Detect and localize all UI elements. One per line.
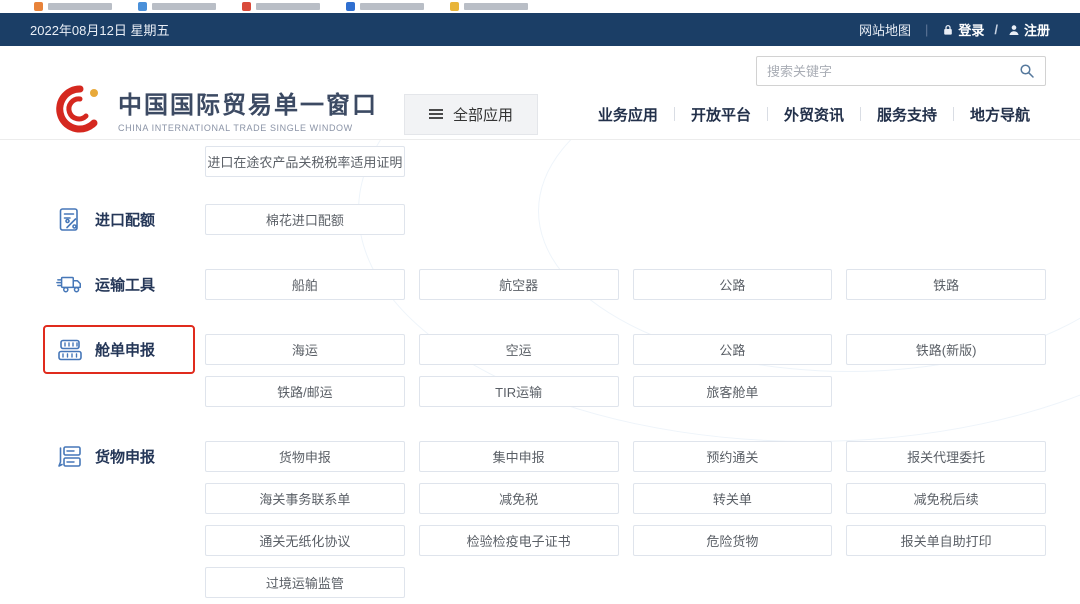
bookmark-item[interactable] <box>242 2 320 11</box>
bookmark-favicon <box>138 2 147 11</box>
register-link[interactable]: 注册 <box>1008 20 1050 39</box>
app-button[interactable]: 棉花进口配额 <box>205 204 405 235</box>
app-button[interactable]: 过境运输监管 <box>205 567 405 598</box>
topbar-separator: | <box>921 22 932 37</box>
user-icon <box>1008 24 1020 36</box>
all-apps-button[interactable]: 全部应用 <box>404 94 538 135</box>
app-button[interactable]: 转关单 <box>633 483 833 514</box>
bookmark-favicon <box>34 2 43 11</box>
site-logo: 中国国际贸易单一窗口 CHINA INTERNATIONAL TRADE SIN… <box>54 83 378 135</box>
nav-business-apps[interactable]: 业务应用 <box>582 104 674 125</box>
current-date: 2022年08月12日 星期五 <box>30 20 169 39</box>
app-button[interactable]: 通关无纸化协议 <box>205 525 405 556</box>
section-title: 进口配额 <box>95 209 155 230</box>
truck-icon <box>56 271 84 299</box>
section-import-quota: 进口配额 棉花进口配额 <box>46 204 1046 235</box>
bookmark-label <box>152 3 216 10</box>
lock-icon <box>942 24 954 36</box>
nav-local-guide[interactable]: 地方导航 <box>954 104 1046 125</box>
app-button[interactable]: 铁路 <box>846 269 1046 300</box>
app-button[interactable]: 空运 <box>419 334 619 365</box>
section-title: 货物申报 <box>95 446 155 467</box>
nav-service-support[interactable]: 服务支持 <box>861 104 953 125</box>
section-label-import-quota: 进口配额 <box>46 204 205 235</box>
app-button[interactable]: 海运 <box>205 334 405 365</box>
app-button[interactable]: 报关代理委托 <box>846 441 1046 472</box>
app-button[interactable]: 危险货物 <box>633 525 833 556</box>
browser-bookmarks-bar <box>0 0 1080 13</box>
section-title: 舱单申报 <box>95 339 155 360</box>
app-button[interactable]: 报关单自助打印 <box>846 525 1046 556</box>
app-button[interactable]: 船舶 <box>205 269 405 300</box>
bookmark-label <box>48 3 112 10</box>
section-transport-vehicles: 运输工具 船舶 航空器 公路 铁路 <box>46 269 1046 300</box>
nav-trade-news[interactable]: 外贸资讯 <box>768 104 860 125</box>
app-button[interactable]: 货物申报 <box>205 441 405 472</box>
login-link[interactable]: 登录 <box>942 20 984 39</box>
section-manifest-declaration: 舱单申报 海运 空运 公路 铁路(新版) 铁路/邮运 TIR运输 旅客舱单 <box>46 334 1046 407</box>
bookmark-label <box>256 3 320 10</box>
app-button[interactable]: 航空器 <box>419 269 619 300</box>
search-box[interactable] <box>756 56 1046 86</box>
section-label-empty <box>46 146 205 177</box>
cargo-icon <box>56 443 84 471</box>
site-header: 中国国际贸易单一窗口 CHINA INTERNATIONAL TRADE SIN… <box>0 46 1080 140</box>
app-grid-content: 进口在途农产品关税税率适用证明 进口配额 棉花进口配额 运输工具 <box>0 140 1080 603</box>
app-button[interactable]: 预约通关 <box>633 441 833 472</box>
nav-open-platform[interactable]: 开放平台 <box>675 104 767 125</box>
bookmark-favicon <box>450 2 459 11</box>
bookmark-label <box>464 3 528 10</box>
site-title: 中国国际贸易单一窗口 <box>118 85 378 120</box>
site-subtitle: CHINA INTERNATIONAL TRADE SINGLE WINDOW <box>118 123 378 133</box>
logo-emblem <box>54 83 106 135</box>
app-button[interactable]: 公路 <box>633 269 833 300</box>
app-button[interactable]: 铁路(新版) <box>846 334 1046 365</box>
bookmark-item[interactable] <box>34 2 112 11</box>
menu-icon <box>429 113 443 115</box>
section-title: 运输工具 <box>95 274 155 295</box>
section-label-transport-vehicles: 运输工具 <box>46 269 205 300</box>
bookmark-item[interactable] <box>346 2 424 11</box>
main-nav: 业务应用 开放平台 外贸资讯 服务支持 地方导航 <box>582 104 1046 125</box>
sitemap-link[interactable]: 网站地图 <box>859 20 911 39</box>
manifest-icon <box>56 336 84 364</box>
bookmark-favicon <box>346 2 355 11</box>
login-register-slash: / <box>994 22 998 37</box>
quota-icon <box>56 206 84 234</box>
page: 2022年08月12日 星期五 网站地图 | 登录 / 注册 <box>0 0 1080 604</box>
search-input[interactable] <box>767 64 1019 79</box>
section-partial-top: 进口在途农产品关税税率适用证明 <box>46 146 1046 177</box>
app-button[interactable]: 集中申报 <box>419 441 619 472</box>
app-button[interactable]: 检验检疫电子证书 <box>419 525 619 556</box>
app-button[interactable]: 减免税后续 <box>846 483 1046 514</box>
app-button[interactable]: 减免税 <box>419 483 619 514</box>
app-button[interactable]: 进口在途农产品关税税率适用证明 <box>205 146 405 177</box>
search-icon[interactable] <box>1019 63 1035 79</box>
section-label-cargo-declaration: 货物申报 <box>46 441 205 472</box>
app-button[interactable]: 铁路/邮运 <box>205 376 405 407</box>
section-cargo-declaration: 货物申报 货物申报 集中申报 预约通关 报关代理委托 海关事务联系单 减免税 转… <box>46 441 1046 598</box>
section-label-manifest-declaration: 舱单申报 <box>46 334 205 365</box>
app-button[interactable]: 旅客舱单 <box>633 376 833 407</box>
bookmark-favicon <box>242 2 251 11</box>
topbar: 2022年08月12日 星期五 网站地图 | 登录 / 注册 <box>0 13 1080 46</box>
app-button[interactable]: 公路 <box>633 334 833 365</box>
app-button[interactable]: 海关事务联系单 <box>205 483 405 514</box>
bookmark-label <box>360 3 424 10</box>
app-button[interactable]: TIR运输 <box>419 376 619 407</box>
bookmark-item[interactable] <box>450 2 528 11</box>
bookmark-item[interactable] <box>138 2 216 11</box>
